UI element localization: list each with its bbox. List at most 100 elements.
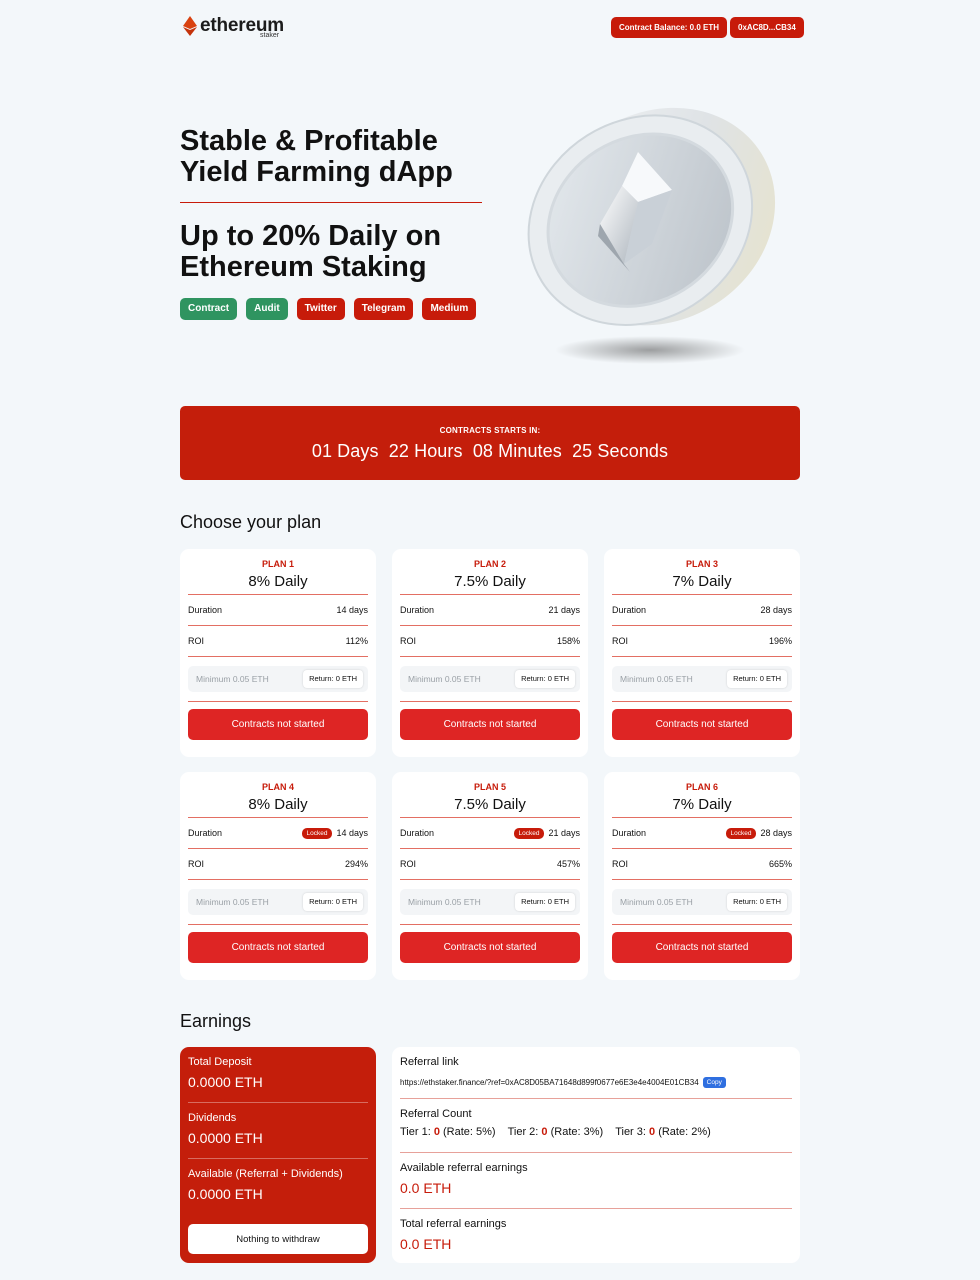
plan-amount-field: Return: 0 ETH xyxy=(400,666,580,692)
return-tag: Return: 0 ETH xyxy=(303,670,363,688)
locked-badge: Locked xyxy=(513,827,545,839)
plan-input-wrap: Return: 0 ETH xyxy=(188,880,368,924)
plan-divider xyxy=(400,701,580,702)
plan-rate: 7.5% Daily xyxy=(454,573,526,590)
hero-divider xyxy=(180,202,482,203)
referral-count-label: Referral Count xyxy=(400,1108,472,1120)
logo-subtext: staker xyxy=(260,32,280,39)
plan-duration-row: Duration 14 days xyxy=(188,595,368,625)
invest-button[interactable]: Contracts not started xyxy=(188,932,368,963)
available-value: 0.0000 ETH xyxy=(188,1186,263,1202)
invest-button[interactable]: Contracts not started xyxy=(612,932,792,963)
plan-divider xyxy=(612,701,792,702)
plan-card-6: PLAN 6 7% Daily Duration Locked 28 days R… xyxy=(604,772,800,980)
available-referral-value: 0.0 ETH xyxy=(400,1180,452,1196)
tier-2-rate: (Rate: 3%) xyxy=(550,1126,604,1138)
plan-name: PLAN 6 xyxy=(685,782,718,792)
tier-3-label: Tier 3: xyxy=(615,1126,646,1138)
duration-label: Duration xyxy=(612,605,647,615)
dividends-value: 0.0000 ETH xyxy=(188,1130,263,1146)
plan-roi-row: ROI 665% xyxy=(612,849,792,879)
plan-duration-row: Duration Locked 21 days xyxy=(400,818,580,848)
plan-input-wrap: Return: 0 ETH xyxy=(400,657,580,701)
plan-amount-field: Return: 0 ETH xyxy=(400,889,580,915)
available-referral-section: Available referral earnings 0.0 ETH xyxy=(400,1153,792,1209)
plan-card-1: PLAN 1 8% Daily Duration 14 days ROI 112… xyxy=(180,549,376,757)
copy-button[interactable]: Copy xyxy=(702,1076,726,1088)
contract-balance-badge: Contract Balance: 0.0 ETH xyxy=(611,17,728,38)
tier-1-rate: (Rate: 5%) xyxy=(443,1126,496,1138)
invest-button[interactable]: Contracts not started xyxy=(400,709,580,740)
plan-rate: 7.5% Daily xyxy=(454,796,526,813)
total-deposit-value: 0.0000 ETH xyxy=(188,1074,263,1090)
available-label: Available (Referral + Dividends) xyxy=(188,1168,343,1180)
referral-card: Referral link https://ethstaker.finance/… xyxy=(392,1047,800,1263)
roi-label: ROI xyxy=(188,859,205,869)
tier-2-count: 0 xyxy=(541,1126,548,1138)
roi-value: 158% xyxy=(556,636,580,646)
referral-link-section: Referral link https://ethstaker.finance/… xyxy=(400,1047,792,1099)
plan-name: PLAN 1 xyxy=(261,559,294,569)
countdown-timer: 01 Days 22 Hours 08 Minutes 25 Seconds xyxy=(311,441,669,461)
audit-link[interactable]: Audit xyxy=(246,298,288,320)
total-referral-label: Total referral earnings xyxy=(400,1218,507,1230)
wallet-button[interactable]: 0xAC8D...CB34 xyxy=(730,17,804,38)
plan-duration-row: Duration 21 days xyxy=(400,595,580,625)
medium-link[interactable]: Medium xyxy=(422,298,477,320)
roi-value: 294% xyxy=(344,859,368,869)
countdown-banner: CONTRACTS STARTS IN: 01 Days 22 Hours 08… xyxy=(180,406,800,480)
plan-divider xyxy=(188,924,368,925)
duration-value: 28 days xyxy=(760,605,792,615)
tier-3-rate: (Rate: 2%) xyxy=(658,1126,711,1138)
plan-input-wrap: Return: 0 ETH xyxy=(400,880,580,924)
hero-title: Stable & Profitable Yield Farming dApp xyxy=(180,125,453,188)
return-tag: Return: 0 ETH xyxy=(515,670,575,688)
invest-button[interactable]: Contracts not started xyxy=(612,709,792,740)
duration-label: Duration xyxy=(188,828,223,838)
countdown-label: CONTRACTS STARTS IN: xyxy=(439,426,541,435)
withdraw-button[interactable]: Nothing to withdraw xyxy=(188,1224,368,1254)
tier-3: Tier 3: 0 (Rate: 2%) xyxy=(615,1126,711,1138)
plan-amount-field: Return: 0 ETH xyxy=(612,889,792,915)
plans-heading: Choose your plan xyxy=(180,512,322,532)
ethereum-logo-icon xyxy=(183,16,197,36)
tier-2-label: Tier 2: xyxy=(507,1126,539,1138)
duration-value: 14 days xyxy=(336,828,368,838)
duration-value: 14 days xyxy=(336,605,368,615)
return-tag: Return: 0 ETH xyxy=(727,893,787,911)
tier-1-count: 0 xyxy=(433,1126,440,1138)
referral-count-section: Referral Count Tier 1: 0 (Rate: 5%) Tier… xyxy=(400,1099,792,1153)
twitter-link[interactable]: Twitter xyxy=(296,298,345,320)
referral-link-text[interactable]: https://ethstaker.finance/?ref=0xAC8D05B… xyxy=(400,1078,699,1087)
roi-label: ROI xyxy=(400,859,417,869)
telegram-link[interactable]: Telegram xyxy=(353,298,414,320)
return-tag: Return: 0 ETH xyxy=(515,893,575,911)
invest-button[interactable]: Contracts not started xyxy=(400,932,580,963)
plan-input-wrap: Return: 0 ETH xyxy=(188,657,368,701)
tier-3-count: 0 xyxy=(649,1126,656,1138)
plan-rate: 7% Daily xyxy=(672,573,732,590)
plan-duration-row: Duration Locked 28 days xyxy=(612,818,792,848)
plan-name: PLAN 4 xyxy=(261,782,294,792)
roi-value: 196% xyxy=(768,636,792,646)
plan-card-3: PLAN 3 7% Daily Duration 28 days ROI 196… xyxy=(604,549,800,757)
roi-label: ROI xyxy=(400,636,417,646)
plan-roi-row: ROI 158% xyxy=(400,626,580,656)
header: ethereum staker Contract Balance: 0.0 ET… xyxy=(180,14,804,44)
plan-roi-row: ROI 112% xyxy=(188,626,368,656)
duration-label: Duration xyxy=(400,605,435,615)
plan-amount-field: Return: 0 ETH xyxy=(188,889,368,915)
invest-button[interactable]: Contracts not started xyxy=(188,709,368,740)
return-tag: Return: 0 ETH xyxy=(303,893,363,911)
dividends-label: Dividends xyxy=(188,1112,237,1124)
plan-rate: 8% Daily xyxy=(248,573,308,590)
plan-card-2: PLAN 2 7.5% Daily Duration 21 days ROI 1… xyxy=(392,549,588,757)
contract-link[interactable]: Contract xyxy=(180,298,238,320)
dividends: Dividends 0.0000 ETH xyxy=(188,1103,368,1159)
roi-value: 457% xyxy=(556,859,580,869)
plan-amount-field: Return: 0 ETH xyxy=(612,666,792,692)
duration-label: Duration xyxy=(612,828,647,838)
plan-card-5: PLAN 5 7.5% Daily Duration Locked 21 days… xyxy=(392,772,588,980)
plan-rate: 7% Daily xyxy=(672,796,732,813)
duration-label: Duration xyxy=(400,828,435,838)
